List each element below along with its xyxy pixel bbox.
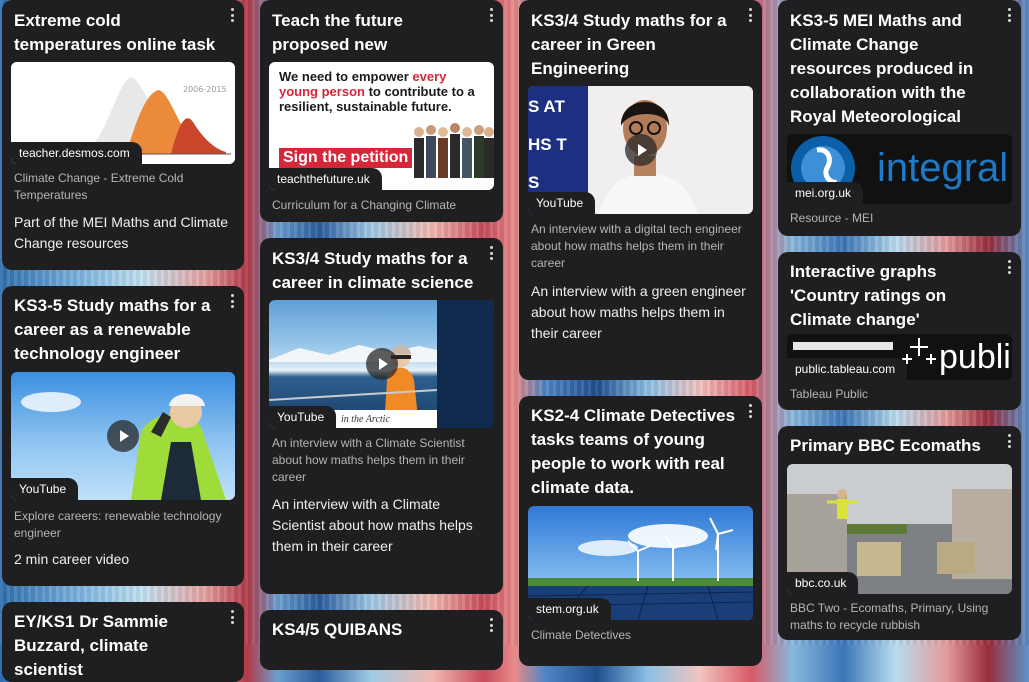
source-tag: bbc.co.uk [787,572,859,594]
more-vertical-icon[interactable] [744,404,756,418]
card-title[interactable]: KS3/4 Study maths for a career in Green … [531,9,738,81]
card-subtitle: Curriculum for a Changing Climate [272,198,457,212]
play-icon[interactable] [624,134,657,166]
card-thumbnail[interactable]: integral mei.org.uk [787,134,1012,204]
card-thumbnail[interactable]: 2006-2015 teacher.desmos.com [11,62,235,164]
source-tag: public.tableau.com [787,358,908,380]
card-description: 2 min career video [14,551,130,567]
card-thumbnail[interactable]: YouTube [11,372,235,500]
thumb-side-text: S ATHS TS [528,97,567,192]
more-vertical-icon[interactable] [226,294,238,308]
more-vertical-icon[interactable] [226,8,238,22]
card-description: An interview with a Climate Scientist ab… [272,496,473,554]
sign-petition-banner: Sign the petition [279,148,413,168]
graph-label: 2006-2015 [183,85,227,94]
card-sammie-buzzard[interactable]: EY/KS1 Dr Sammie Buzzard, climate scient… [2,602,244,682]
more-vertical-icon[interactable] [1003,260,1015,274]
source-tag: YouTube [269,406,337,428]
card-climate-science-career[interactable]: KS3/4 Study maths for a career in climat… [260,238,503,594]
card-climate-detectives[interactable]: KS2-4 Climate Detectives tasks teams of … [519,396,762,666]
card-thumbnail[interactable]: in the Arctic YouTube [269,300,494,428]
play-icon[interactable] [365,348,398,380]
card-mei-resources[interactable]: KS3-5 MEI Maths and Climate Change resou… [778,0,1021,236]
card-subtitle: Resource - MEI [790,211,874,225]
card-title[interactable]: KS4/5 QUIBANS [272,618,479,642]
tableau-logo-text: public [939,338,1012,376]
more-vertical-icon[interactable] [1003,8,1015,22]
card-tableau-graphs[interactable]: Interactive graphs 'Country ratings on C… [778,252,1021,410]
card-subtitle: An interview with a Climate Scientist ab… [272,436,465,484]
card-title[interactable]: KS3-5 MEI Maths and Climate Change resou… [790,9,997,153]
card-subtitle: Explore careers: renewable technology en… [14,509,222,540]
card-thumbnail[interactable]: bbc.co.uk [787,464,1012,594]
card-subtitle: BBC Two - Ecomaths, Primary, Using maths… [790,601,989,632]
card-subtitle: Climate Detectives [531,628,632,642]
card-description: Part of the MEI Maths and Climate Change… [14,214,228,251]
card-title[interactable]: KS2-4 Climate Detectives tasks teams of … [531,404,738,500]
card-quibans[interactable]: KS4/5 QUIBANS [260,610,503,670]
play-icon[interactable] [107,420,139,452]
more-vertical-icon[interactable] [485,246,497,260]
card-subtitle: An interview with a digital tech enginee… [531,222,742,270]
more-vertical-icon[interactable] [1003,434,1015,448]
card-thumbnail[interactable]: S ATHS TS YouTube [528,86,753,214]
more-vertical-icon[interactable] [744,8,756,22]
source-tag: YouTube [528,192,596,214]
card-extreme-cold[interactable]: Extreme cold temperatures online task 20… [2,0,244,270]
card-title[interactable]: EY/KS1 Dr Sammie Buzzard, climate scient… [14,610,220,682]
card-thumbnail[interactable]: public public.tableau.com [787,334,1012,380]
more-vertical-icon[interactable] [226,610,238,624]
more-vertical-icon[interactable] [485,618,497,632]
card-title[interactable]: KS3-5 Study maths for a career as a rene… [14,294,220,366]
card-bbc-ecomaths[interactable]: Primary BBC Ecomaths bbc.co.uk BBC Two -… [778,426,1021,640]
card-subtitle: Tableau Public [790,387,869,401]
more-vertical-icon[interactable] [485,8,497,22]
card-title[interactable]: Extreme cold temperatures online task [14,9,220,57]
source-tag: YouTube [11,478,79,500]
source-tag: teacher.desmos.com [11,142,142,164]
card-renewable-engineer[interactable]: KS3-5 Study maths for a career as a rene… [2,286,244,586]
card-title[interactable]: Interactive graphs 'Country ratings on C… [790,260,997,332]
card-subtitle: Climate Change - Extreme Cold Temperatur… [14,171,184,202]
card-title[interactable]: Primary BBC Ecomaths [790,434,997,458]
source-tag: stem.org.uk [528,598,611,620]
thumb-caption: in the Arctic [341,414,390,425]
card-title[interactable]: KS3/4 Study maths for a career in climat… [272,247,479,295]
card-thumbnail[interactable]: stem.org.uk [528,506,753,620]
source-tag: mei.org.uk [787,182,864,204]
card-thumbnail[interactable]: We need to empower every young person to… [269,62,494,190]
card-green-engineering[interactable]: KS3/4 Study maths for a career in Green … [519,0,762,380]
integral-logo-text: integral [877,146,1009,190]
card-description: An interview with a green engineer about… [531,283,746,341]
source-tag: teachthefuture.uk [269,168,382,190]
card-teach-the-future[interactable]: Teach the future proposed new curriculum… [260,0,503,222]
